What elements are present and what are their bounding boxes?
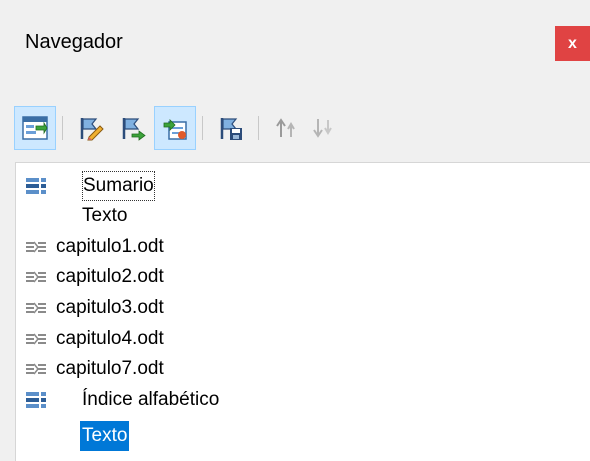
close-icon: x [568,34,577,52]
tree-item-label: Texto [82,205,128,226]
link-icon [26,333,46,345]
edit-button[interactable] [70,106,112,150]
move-up-icon [276,118,295,137]
link-icon [26,241,46,253]
insert-document-icon [163,119,187,140]
title-bar: Navegador x [0,0,590,82]
content-tree[interactable]: Sumario Texto capitulo1.odt capitulo2.od… [15,162,590,461]
index-icon [26,392,46,408]
move-down-button[interactable] [302,106,344,150]
navigator-window: Navegador x Sumario Texto capitulo1.odt … [0,0,590,461]
tree-item-label: capitulo7.odt [56,358,164,379]
tree-item-label: Texto [80,421,130,451]
navigator-icon [22,116,48,140]
toolbar [0,106,590,150]
link-icon [26,271,46,283]
link-icon [26,302,46,314]
window-title: Navegador [25,31,123,53]
tree-item-label: capitulo2.odt [56,266,164,287]
save-flag-icon [220,118,242,140]
tree-item-label: capitulo1.odt [56,236,164,257]
link-icon [26,363,46,375]
save-as-button[interactable] [210,106,252,150]
tree-item-label: capitulo3.odt [56,297,164,318]
update-button[interactable] [112,106,154,150]
tree-item-label: capitulo4.odt [56,328,164,349]
index-icon [26,178,46,194]
navigation-toggle-button[interactable] [14,106,56,150]
insert-button[interactable] [154,106,196,150]
move-up-button[interactable] [265,106,307,150]
close-button[interactable]: x [555,26,590,61]
move-down-icon [313,119,332,138]
pencil-icon [80,118,104,141]
tree-item-label: Índice alfabético [82,389,220,410]
tree-item-label: Sumario [82,171,155,201]
flag-arrow-icon [122,118,146,141]
